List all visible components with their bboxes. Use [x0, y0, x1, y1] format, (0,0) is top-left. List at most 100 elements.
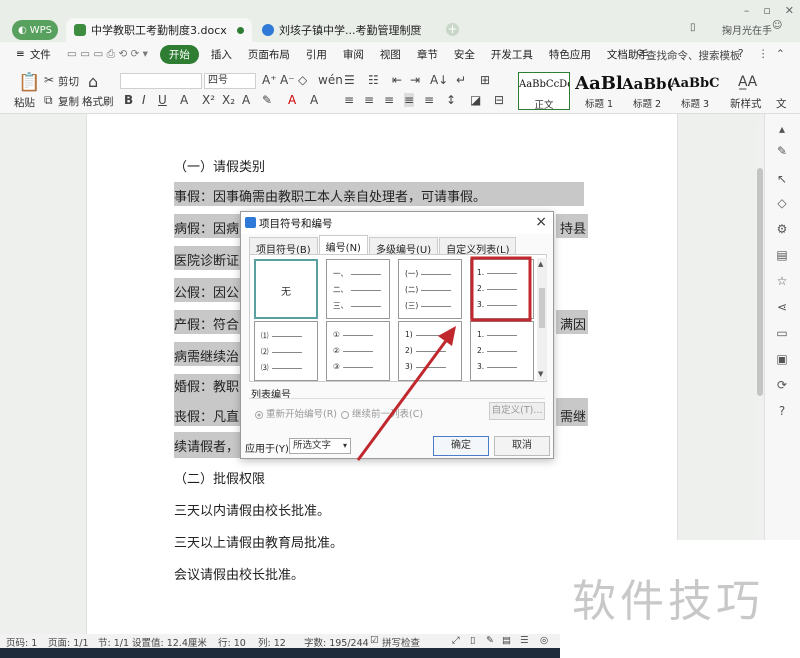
border-icon[interactable]: ⊟ — [494, 93, 504, 107]
spellcheck-icon[interactable]: ☑ — [370, 635, 379, 646]
status-pages[interactable]: 页面: 1/1 — [48, 635, 89, 649]
close-icon[interactable]: × — [535, 214, 547, 230]
format-painter-icon[interactable]: ⌂ — [88, 72, 98, 91]
document-tab-active[interactable]: 中学教职工考勤制度3.docx — [66, 18, 252, 42]
archive-icon[interactable]: ▭ — [775, 326, 789, 340]
style-heading-1[interactable]: AaBl 标题 1 — [574, 72, 624, 110]
close-icon[interactable]: ✕ — [785, 4, 794, 17]
chevron-down-icon[interactable]: ▼ — [538, 370, 543, 378]
avatar[interactable]: ☺ — [772, 20, 782, 31]
image-icon[interactable]: ▣ — [775, 352, 789, 366]
numbering-option[interactable]: 一、 二、 三、 — [326, 259, 390, 319]
gallery-scrollbar[interactable]: ▲ ▼ — [537, 258, 547, 380]
gallery-scroll-thumb[interactable] — [539, 288, 545, 328]
customize-button[interactable]: 自定义(T)... — [489, 402, 545, 420]
paste-icon[interactable]: 📋 — [18, 72, 40, 93]
cut-icon[interactable]: ✂ — [44, 73, 54, 87]
numbering-option[interactable]: (一) (二) (三) — [398, 259, 462, 319]
copy-button[interactable]: 复制 — [58, 94, 79, 109]
menu-developer[interactable]: 开发工具 — [483, 47, 541, 62]
font-color-icon[interactable]: A — [288, 93, 296, 107]
help-icon[interactable]: ? — [775, 404, 789, 418]
menu-features[interactable]: 特色应用 — [541, 47, 599, 62]
char-shading-icon[interactable]: A — [310, 93, 318, 107]
settings-icon[interactable]: ⚙ — [775, 222, 789, 236]
align-left-icon[interactable]: ≡ — [344, 93, 354, 107]
status-section[interactable]: 节: 1/1 — [98, 635, 129, 649]
distributed-icon[interactable]: ≡ — [424, 93, 434, 107]
help-icon[interactable]: ? — [738, 48, 744, 60]
style-heading-2[interactable]: AaBb( 标题 2 — [622, 72, 672, 110]
numbering-icon[interactable]: ☷ — [368, 73, 379, 87]
menu-security[interactable]: 安全 — [446, 47, 483, 62]
format-painter-button[interactable]: 格式刷 — [82, 94, 114, 109]
shapes-icon[interactable]: ◇ — [775, 196, 789, 210]
menu-page-layout[interactable]: 页面布局 — [240, 47, 298, 62]
hamburger-icon[interactable]: ≡ — [0, 48, 28, 60]
apply-to-select[interactable]: 所选文字 ▾ — [289, 438, 351, 454]
numbering-option[interactable]: 1. 2. 3. — [470, 321, 534, 381]
continue-numbering-radio[interactable]: 继续前一列表(C) — [341, 406, 423, 420]
quick-access-icons[interactable]: ▭ ▭ ▭ ⎙ ⟲ ⟳ ▾ — [59, 48, 156, 61]
font-size-select[interactable]: 四号 — [204, 73, 256, 89]
ok-button[interactable]: 确定 — [433, 436, 489, 456]
status-row[interactable]: 行: 10 — [218, 635, 246, 649]
fullscreen-icon[interactable]: ⤢ — [452, 635, 460, 646]
backup-icon[interactable]: ⟳ — [775, 378, 789, 392]
shrink-font-icon[interactable]: A⁻ — [280, 73, 295, 87]
clear-format-icon[interactable]: ◇ — [298, 73, 307, 87]
cancel-button[interactable]: 取消 — [494, 436, 550, 456]
tab-numbering[interactable]: 编号(N) — [318, 235, 368, 254]
align-center-icon[interactable]: ≡ — [364, 93, 374, 107]
pinyin-icon[interactable]: wén — [318, 73, 343, 87]
star-icon[interactable]: ☆ — [775, 274, 789, 288]
collapse-ribbon-icon[interactable]: ⌃ — [776, 48, 785, 60]
pen-icon[interactable]: ✎ — [486, 635, 494, 646]
menu-insert[interactable]: 插入 — [203, 47, 240, 62]
chevron-up-icon[interactable]: ▲ — [538, 260, 543, 268]
table-icon[interactable]: ⊞ — [480, 73, 490, 87]
style-heading-3[interactable]: AaBbC 标题 3 — [670, 72, 720, 110]
command-search[interactable]: 查找命令、搜索模板 — [646, 48, 741, 63]
tab-custom-list[interactable]: 自定义列表(L) — [439, 237, 517, 256]
new-style-icon[interactable]: A̲A — [738, 74, 757, 90]
numbering-option-arabic[interactable]: 1. 2. 3. — [470, 259, 534, 319]
new-style-button[interactable]: 新样式 — [730, 96, 762, 111]
copy-icon[interactable]: ⧉ — [44, 93, 53, 108]
edit-icon[interactable]: ✎ — [775, 144, 789, 158]
paste-button[interactable]: 粘贴 — [14, 95, 35, 110]
font-name-select[interactable] — [120, 73, 202, 89]
align-right-icon[interactable]: ≡ — [384, 93, 394, 107]
scrollbar-thumb[interactable] — [757, 168, 763, 396]
share-icon[interactable]: ⋖ — [775, 300, 789, 314]
highlight-icon[interactable]: ✎ — [262, 93, 272, 107]
more-icon[interactable]: ⋮ — [758, 48, 769, 60]
style-normal[interactable]: AaBbCcDd 正文 — [518, 72, 570, 111]
text-effect-icon[interactable]: A — [242, 93, 250, 107]
sidebar-collapse-icon[interactable]: ▴ — [775, 122, 789, 136]
page-view-icon[interactable]: ▤ — [502, 635, 511, 646]
status-position[interactable]: 设置值: 12.4厘米 — [132, 635, 207, 649]
user-icon[interactable]: ▯ — [690, 22, 696, 33]
read-mode-icon[interactable]: ▯ — [470, 635, 475, 646]
cut-button[interactable]: 剪切 — [58, 74, 79, 89]
user-name[interactable]: 掬月光在手 — [722, 22, 772, 37]
sort-icon[interactable]: A↓ — [430, 73, 448, 87]
restart-numbering-radio[interactable]: 重新开始编号(R) — [255, 406, 337, 420]
grow-font-icon[interactable]: A⁺ — [262, 73, 277, 87]
underline-icon[interactable]: U — [158, 93, 167, 107]
numbering-none-option[interactable]: 无 — [254, 259, 318, 319]
document-icon[interactable]: ▤ — [775, 248, 789, 262]
status-spellcheck[interactable]: 拼写检查 — [382, 635, 420, 649]
numbering-option[interactable]: ⑴ ⑵ ⑶ — [254, 321, 318, 381]
superscript-icon[interactable]: X² — [202, 93, 215, 107]
menu-references[interactable]: 引用 — [298, 47, 335, 62]
menu-home[interactable]: 开始 — [159, 44, 199, 64]
menu-view[interactable]: 视图 — [372, 47, 409, 62]
menu-chapter[interactable]: 章节 — [409, 47, 446, 62]
bold-icon[interactable]: B — [124, 93, 133, 107]
italic-icon[interactable]: I — [142, 93, 146, 107]
tab-multilevel[interactable]: 多级编号(U) — [368, 237, 439, 256]
text-tools-button[interactable]: 文 — [776, 96, 787, 111]
menu-review[interactable]: 审阅 — [335, 47, 372, 62]
